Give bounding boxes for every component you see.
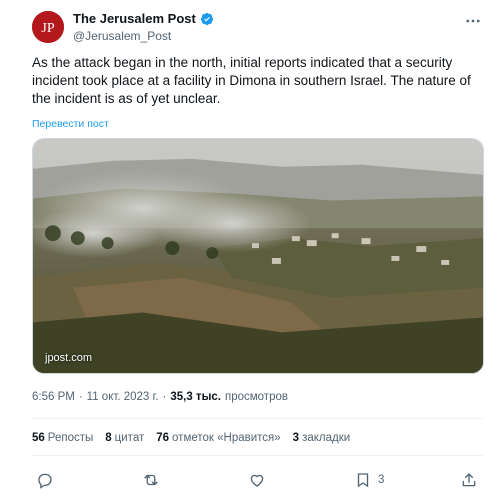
tweet-date[interactable]: 11 окт. 2023 г. bbox=[87, 391, 159, 403]
like-icon bbox=[248, 471, 266, 489]
meta-separator-2: · bbox=[162, 391, 167, 403]
author-handle[interactable]: @Jerusalem_Post bbox=[73, 29, 171, 43]
author-name[interactable]: The Jerusalem Post bbox=[73, 11, 214, 26]
share-button[interactable] bbox=[460, 469, 478, 491]
quotes-count: 8 bbox=[105, 432, 112, 444]
author-name-text: The Jerusalem Post bbox=[73, 11, 196, 26]
avatar[interactable]: JP bbox=[32, 11, 64, 43]
reply-button[interactable] bbox=[36, 469, 54, 491]
landscape-smoke-image bbox=[33, 139, 483, 373]
quotes-label: цитат bbox=[114, 432, 145, 444]
action-bar: 3 bbox=[32, 469, 484, 491]
retweet-button[interactable] bbox=[142, 469, 160, 491]
divider bbox=[32, 418, 484, 419]
more-icon[interactable] bbox=[464, 12, 482, 30]
likes-stat[interactable]: 76 отметок «Нравится» bbox=[156, 432, 280, 444]
bookmarks-count: 3 bbox=[292, 432, 300, 444]
divider bbox=[32, 455, 484, 456]
bookmark-count: 3 bbox=[378, 474, 385, 486]
bookmarks-label: закладки bbox=[302, 432, 351, 444]
reposts-label: Репосты bbox=[47, 432, 94, 444]
tweet-photo[interactable]: jpost.com bbox=[32, 138, 484, 374]
views-label: просмотров bbox=[224, 391, 288, 403]
translate-link[interactable]: Перевести пост bbox=[32, 118, 109, 130]
verified-icon bbox=[200, 12, 214, 26]
media-watermark: jpost.com bbox=[45, 352, 93, 364]
tweet-card[interactable]: JP The Jerusalem Post @Jerusalem_Post As… bbox=[0, 0, 500, 501]
bookmark-icon bbox=[354, 471, 372, 489]
share-icon bbox=[460, 471, 478, 489]
reposts-stat[interactable]: 56 Репосты bbox=[32, 432, 93, 444]
engagement-stats: 56 Репосты 8 цитат 76 отметок «Нравится» 3з… bbox=[32, 432, 350, 444]
likes-count: 76 bbox=[156, 432, 170, 444]
views-count: 35,3 тыс. bbox=[170, 391, 221, 403]
tweet-time[interactable]: 6:56 PM bbox=[32, 391, 75, 403]
svg-text:JP: JP bbox=[41, 21, 54, 36]
bookmark-button[interactable]: 3 bbox=[354, 469, 384, 491]
like-button[interactable] bbox=[248, 469, 266, 491]
likes-label: отметок «Нравится» bbox=[172, 432, 281, 444]
jp-logo-icon: JP bbox=[32, 11, 64, 43]
meta-separator: · bbox=[78, 391, 83, 403]
bookmarks-stat[interactable]: 3 закладки bbox=[293, 432, 351, 444]
quotes-stat[interactable]: 8 цитат bbox=[105, 432, 144, 444]
retweet-icon bbox=[142, 471, 160, 489]
reply-icon bbox=[36, 471, 54, 489]
reposts-count: 56 bbox=[32, 432, 45, 444]
tweet-meta: 6:56 PM · 11 окт. 2023 г. · 35,3 тыс. пр… bbox=[32, 391, 288, 403]
tweet-text: As the attack began in the north, initia… bbox=[32, 55, 471, 106]
